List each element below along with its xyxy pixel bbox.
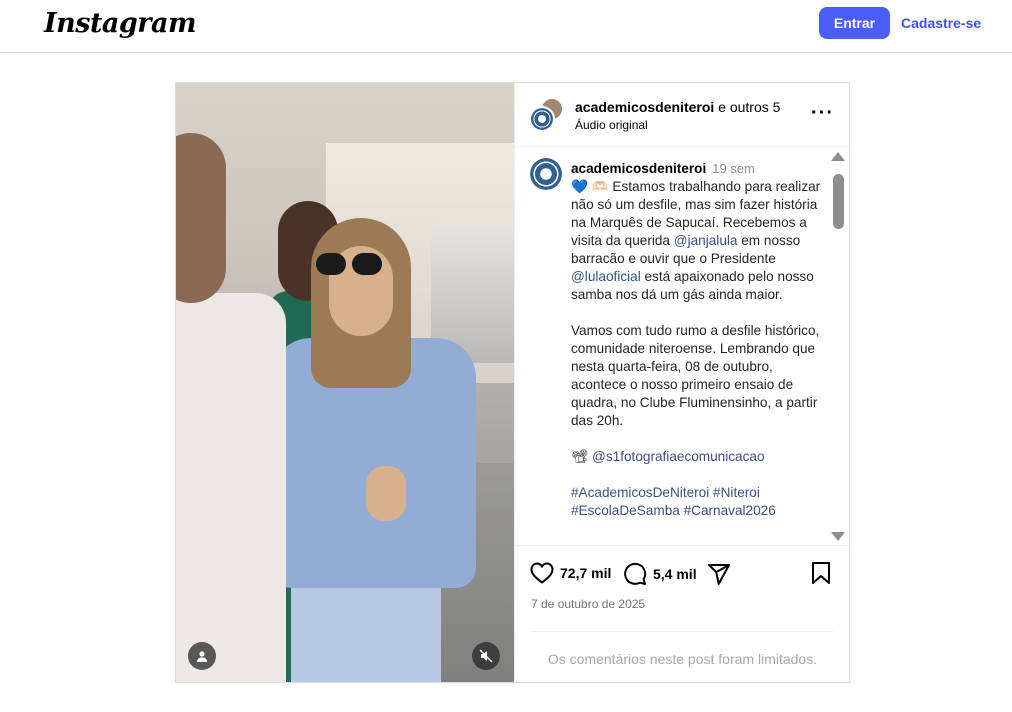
hashtag-link[interactable]: #Niteroi [713, 485, 760, 500]
login-button[interactable]: Entrar [819, 7, 890, 39]
hashtag-link[interactable]: #EscolaDeSamba [571, 503, 680, 518]
post-date[interactable]: 7 de outubro de 2025 [531, 597, 645, 611]
post-card: academicosdeniteroi e outros 5 Áudio ori… [175, 82, 850, 683]
like-button[interactable]: 72,7 mil [530, 562, 611, 584]
comments-count[interactable]: 5,4 mil [653, 566, 697, 582]
mention-link[interactable]: @janjalula [674, 233, 738, 248]
heart-hands-emoji: 💙 🫶🏻 [571, 179, 609, 194]
share-button[interactable] [707, 562, 731, 586]
more-options-icon[interactable]: ··· [811, 102, 834, 125]
divider [531, 631, 833, 632]
comments-limited-notice: Os comentários neste post foram limitado… [547, 651, 818, 667]
signup-link[interactable]: Cadastre-se [901, 15, 981, 31]
post-sidebar: academicosdeniteroi e outros 5 Áudio ori… [514, 83, 850, 682]
post-video[interactable] [176, 83, 514, 682]
caption-area[interactable]: academicosdeniteroi 19 sem 💙 🫶🏻 Estamos t… [515, 148, 850, 546]
person-man-foreground [176, 133, 286, 682]
mention-link[interactable]: @s1fotografiaecomunicacao [592, 449, 765, 464]
comment-button[interactable]: 5,4 mil [623, 562, 697, 586]
caption-paragraph: Vamos com tudo rumo a desfile histórico,… [571, 323, 820, 428]
heart-icon[interactable] [530, 562, 554, 584]
scroll-down-arrow-icon[interactable] [831, 532, 845, 541]
post-actions: 72,7 mil 5,4 mil 7 de outubro de 2025 Os… [515, 547, 850, 682]
scrollbar-thumb[interactable] [833, 174, 844, 229]
speaker-muted-icon[interactable] [472, 642, 500, 670]
audio-label[interactable]: Áudio original [575, 118, 648, 132]
user-tag-icon[interactable] [188, 642, 216, 670]
bookmark-icon[interactable] [811, 562, 831, 584]
caption-time: 19 sem [712, 161, 755, 176]
caption-username[interactable]: academicosdeniteroi [571, 161, 706, 176]
instagram-logo[interactable]: Instagram [44, 8, 197, 39]
author-username[interactable]: academicosdeniteroi [575, 99, 714, 115]
top-navigation-bar: Instagram Entrar Cadastre-se [0, 0, 1012, 53]
person-main-woman [271, 218, 481, 682]
caption-text: academicosdeniteroi 19 sem 💙 🫶🏻 Estamos t… [571, 160, 821, 520]
author-avatar[interactable] [529, 106, 555, 132]
author-names[interactable]: academicosdeniteroi e outros 5 [575, 99, 780, 115]
caption-author-avatar[interactable] [530, 158, 562, 190]
likes-count[interactable]: 72,7 mil [560, 565, 611, 581]
post-header: academicosdeniteroi e outros 5 Áudio ori… [515, 83, 850, 147]
share-icon[interactable] [707, 562, 731, 586]
save-button[interactable] [811, 562, 831, 584]
comment-icon[interactable] [623, 562, 647, 586]
mention-link[interactable]: @lulaoficial [571, 269, 641, 284]
author-others[interactable]: e outros 5 [714, 99, 780, 115]
camera-emoji: 📽 [571, 449, 589, 464]
hashtag-link[interactable]: #AcademicosDeNiteroi [571, 485, 709, 500]
hashtag-link[interactable]: #Carnaval2026 [684, 503, 776, 518]
scroll-up-arrow-icon[interactable] [831, 152, 845, 161]
